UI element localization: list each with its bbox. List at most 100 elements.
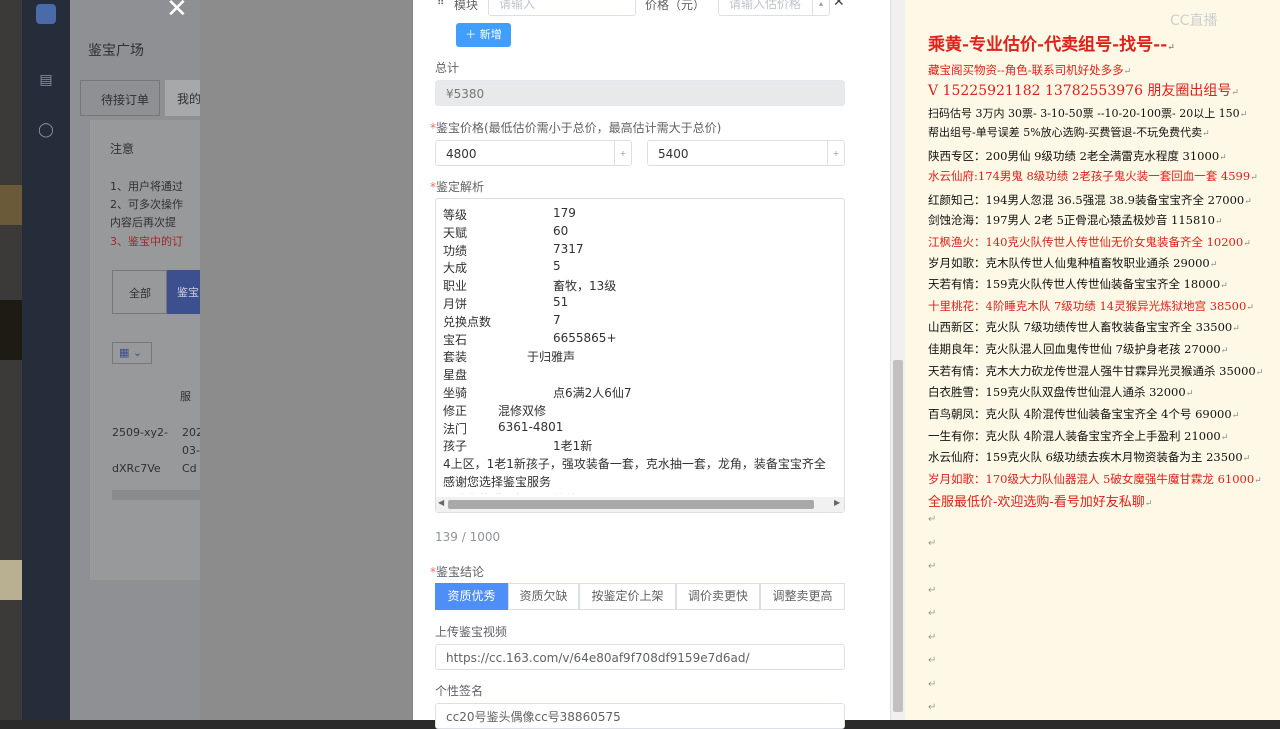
conclusion-sell-higher[interactable]: 调整卖更高	[760, 583, 845, 610]
doc-line: 全服最低价-欢迎选购-看号加好友私聊↵	[928, 491, 1152, 510]
bg-tab-mine: 我的	[165, 80, 201, 116]
return-mark-icon: ↵	[1209, 260, 1218, 270]
doc-line-text: 水云仙府：159克火队 6级功绩去疾木月物资装备为主 23500	[928, 450, 1243, 464]
analysis-value: 5	[553, 259, 561, 274]
return-mark-icon: ↵	[1220, 433, 1229, 443]
doc-line: 十里桃花：4阶睡克木队 7级功绩 14灵猴异光炼狱地宫 38500↵	[928, 298, 1254, 314]
plus-icon: ＋	[465, 28, 480, 41]
module-input[interactable]: 请输入	[488, 0, 636, 16]
module-placeholder: 请输入	[499, 0, 536, 11]
user-icon[interactable]: ◯	[36, 120, 56, 140]
analysis-h-scroll-thumb[interactable]	[448, 500, 814, 509]
max-price-stepper[interactable]: +-	[827, 141, 844, 165]
bg-content-card: 注意 1、用户将通过 2、可多次操作 内容后再次提 3、鉴宝中的订 全部 鉴宝 …	[90, 120, 203, 580]
conclusion-list-at-price[interactable]: 按鉴定价上架	[579, 583, 676, 610]
min-price-stepper[interactable]: +-	[614, 141, 631, 165]
return-mark-icon: ↵	[1246, 303, 1254, 313]
price-range-text: 鉴宝价格(最低估价需小于总价，最高估计需大于总价)	[436, 121, 722, 135]
remove-row-icon[interactable]: ✕	[833, 0, 845, 10]
min-price-value: 4800	[446, 147, 477, 161]
doc-line-text: 扫码估号 3万内 30票- 3-10-50票 --10-20-100票- 20以…	[928, 107, 1240, 120]
char-count: 139 / 1000	[435, 530, 501, 544]
analysis-label-text: 鉴定解析	[436, 180, 485, 194]
add-button-label: 新增	[479, 28, 502, 41]
analysis-value: 60	[553, 223, 569, 238]
analysis-value: 7317	[553, 241, 584, 256]
analysis-note: 期待您的满分好评，谢谢	[443, 491, 575, 494]
doc-line: 帮出组号-单号误差 5%放心选购-买费管退-不玩免费代卖↵	[928, 124, 1210, 140]
max-price-value: 5400	[658, 147, 689, 161]
doc-line-text: 江枫渔火：140克火队传世人传世仙无价女鬼装备齐全 10200	[928, 235, 1244, 249]
conclusion-lacking[interactable]: 资质欠缺	[508, 583, 579, 610]
return-mark-icon: ↵	[1123, 67, 1132, 77]
video-url-input[interactable]: https://cc.163.com/v/64e80af9f708df9159e…	[435, 644, 845, 670]
doc-line: 扫码估号 3万内 30票- 3-10-50票 --10-20-100票- 20以…	[928, 105, 1247, 121]
return-mark-icon: ↵	[1167, 43, 1175, 53]
video-label: 上传鉴宝视频	[435, 625, 508, 639]
bg-notice-title: 注意	[110, 142, 135, 156]
doc-line: 一生有你：克火队 4阶混人装备宝宝齐全上手盈利 21000↵	[928, 428, 1228, 444]
stream-watermark: CC直播	[1170, 13, 1218, 29]
add-button[interactable]: ＋ 新增	[456, 23, 511, 47]
doc-line-text: 红颜知己：194男人忽混 36.5强混 38.9装备宝宝齐全 27000	[928, 193, 1245, 207]
analysis-value: 179	[553, 206, 576, 220]
max-price-input[interactable]: 5400 +-	[647, 140, 845, 166]
bg-page-title: 鉴宝广场	[88, 43, 144, 59]
analysis-key: 修正	[443, 403, 468, 418]
doc-line-text: 剑蚀沧海：197男人 2老 5正骨混心猿孟极妙音 115810	[928, 213, 1215, 227]
modal-mask-side	[200, 0, 412, 720]
analysis-label: *鉴定解析	[430, 180, 485, 194]
return-mark-icon: ↵	[1255, 368, 1264, 378]
doc-line-text: 一生有你：克火队 4阶混人装备宝宝齐全上手盈利 21000	[928, 429, 1221, 443]
bg-filter-all: 全部	[112, 270, 167, 314]
analysis-value: 畜牧，13级	[553, 279, 617, 294]
analysis-key: 星盘	[443, 368, 468, 383]
conclusion-excellent[interactable]: 资质优秀	[435, 583, 508, 610]
doc-line-text: 水云仙府:174男鬼 8级功绩 2老孩子鬼火装一套回血一套 4599	[928, 169, 1251, 183]
return-mark-icon: ↵	[1244, 197, 1252, 207]
app-logo-icon	[36, 4, 56, 24]
return-mark-icon: ↵	[1239, 110, 1248, 120]
conclusion-sell-faster[interactable]: 调价卖更快	[676, 583, 760, 610]
doc-line-text: 百鸟朝凤：克火队 4阶混传世仙装备宝宝齐全 4个号 69000	[928, 407, 1232, 421]
module-label: 模块	[454, 0, 479, 12]
price-placeholder: 请输入估价格	[729, 0, 802, 11]
analysis-key: 套装	[443, 350, 468, 365]
doc-line: 剑蚀沧海：197男人 2老 5正骨混心猿孟极妙音 115810↵	[928, 212, 1223, 228]
analysis-key: 孩子	[443, 439, 468, 454]
analysis-value: 点6满2人6仙7	[553, 386, 632, 400]
doc-line: 百鸟朝凤：克火队 4阶混传世仙装备宝宝齐全 4个号 69000↵	[928, 406, 1239, 422]
total-field: ¥5380	[435, 80, 845, 106]
doc-line-text: 天若有情：159克火队传世人传世仙装备宝宝齐全 18000	[928, 277, 1221, 291]
document-icon[interactable]: ▤	[36, 70, 56, 90]
return-mark-icon: ↵	[1254, 476, 1262, 486]
doc-line-text: 帮出组号-单号误差 5%放心选购-买费管退-不玩免费代卖	[928, 126, 1203, 139]
analysis-key: 月饼	[443, 297, 468, 311]
analysis-value: 1老1新	[553, 439, 593, 454]
doc-line: 白衣胜雪：159克火队双盘传世仙混人通杀 32000↵	[928, 384, 1193, 400]
doc-line: 佳期良年：克火队混人回血鬼传世仙 7级护身老孩 27000↵	[928, 341, 1228, 357]
bg-tab-pending: 待接订单	[80, 80, 160, 116]
return-mark-icon: ↵	[1232, 324, 1240, 334]
price-input[interactable]: 请输入估价格 ▴▾	[718, 0, 830, 16]
scroll-left-icon[interactable]: ◀	[438, 498, 444, 507]
min-price-input[interactable]: 4800 +-	[435, 140, 632, 166]
return-mark-icon: ↵	[1185, 389, 1194, 399]
return-mark-icon: ↵	[1250, 173, 1258, 183]
return-mark-icon: ↵	[1231, 411, 1240, 421]
bg-filter-appraise: 鉴宝	[167, 270, 200, 314]
return-mark-icon: ↵	[1242, 454, 1251, 464]
dialog-v-scroll-thumb[interactable]	[893, 360, 903, 712]
signature-input[interactable]: cc20号鉴头偶像cc号38860575	[435, 703, 845, 729]
drag-handle-icon[interactable]: ⠿	[437, 0, 444, 8]
analysis-key: 宝石	[443, 332, 468, 347]
analysis-key: 兑换点数	[443, 314, 492, 329]
empty-line-mark-icon: ↵	[928, 608, 937, 619]
price-stepper[interactable]: ▴▾	[812, 0, 829, 15]
return-mark-icon: ↵	[1144, 499, 1153, 509]
doc-line: 山西新区：克火队 7级功绩传世人畜牧装备宝宝齐全 33500↵	[928, 319, 1240, 335]
scroll-right-icon[interactable]: ▶	[834, 498, 840, 507]
close-icon[interactable]: ✕	[166, 0, 188, 24]
bg-cell: 03-	[182, 444, 200, 457]
doc-line-text: 白衣胜雪：159克火队双盘传世仙混人通杀 32000	[928, 385, 1186, 399]
